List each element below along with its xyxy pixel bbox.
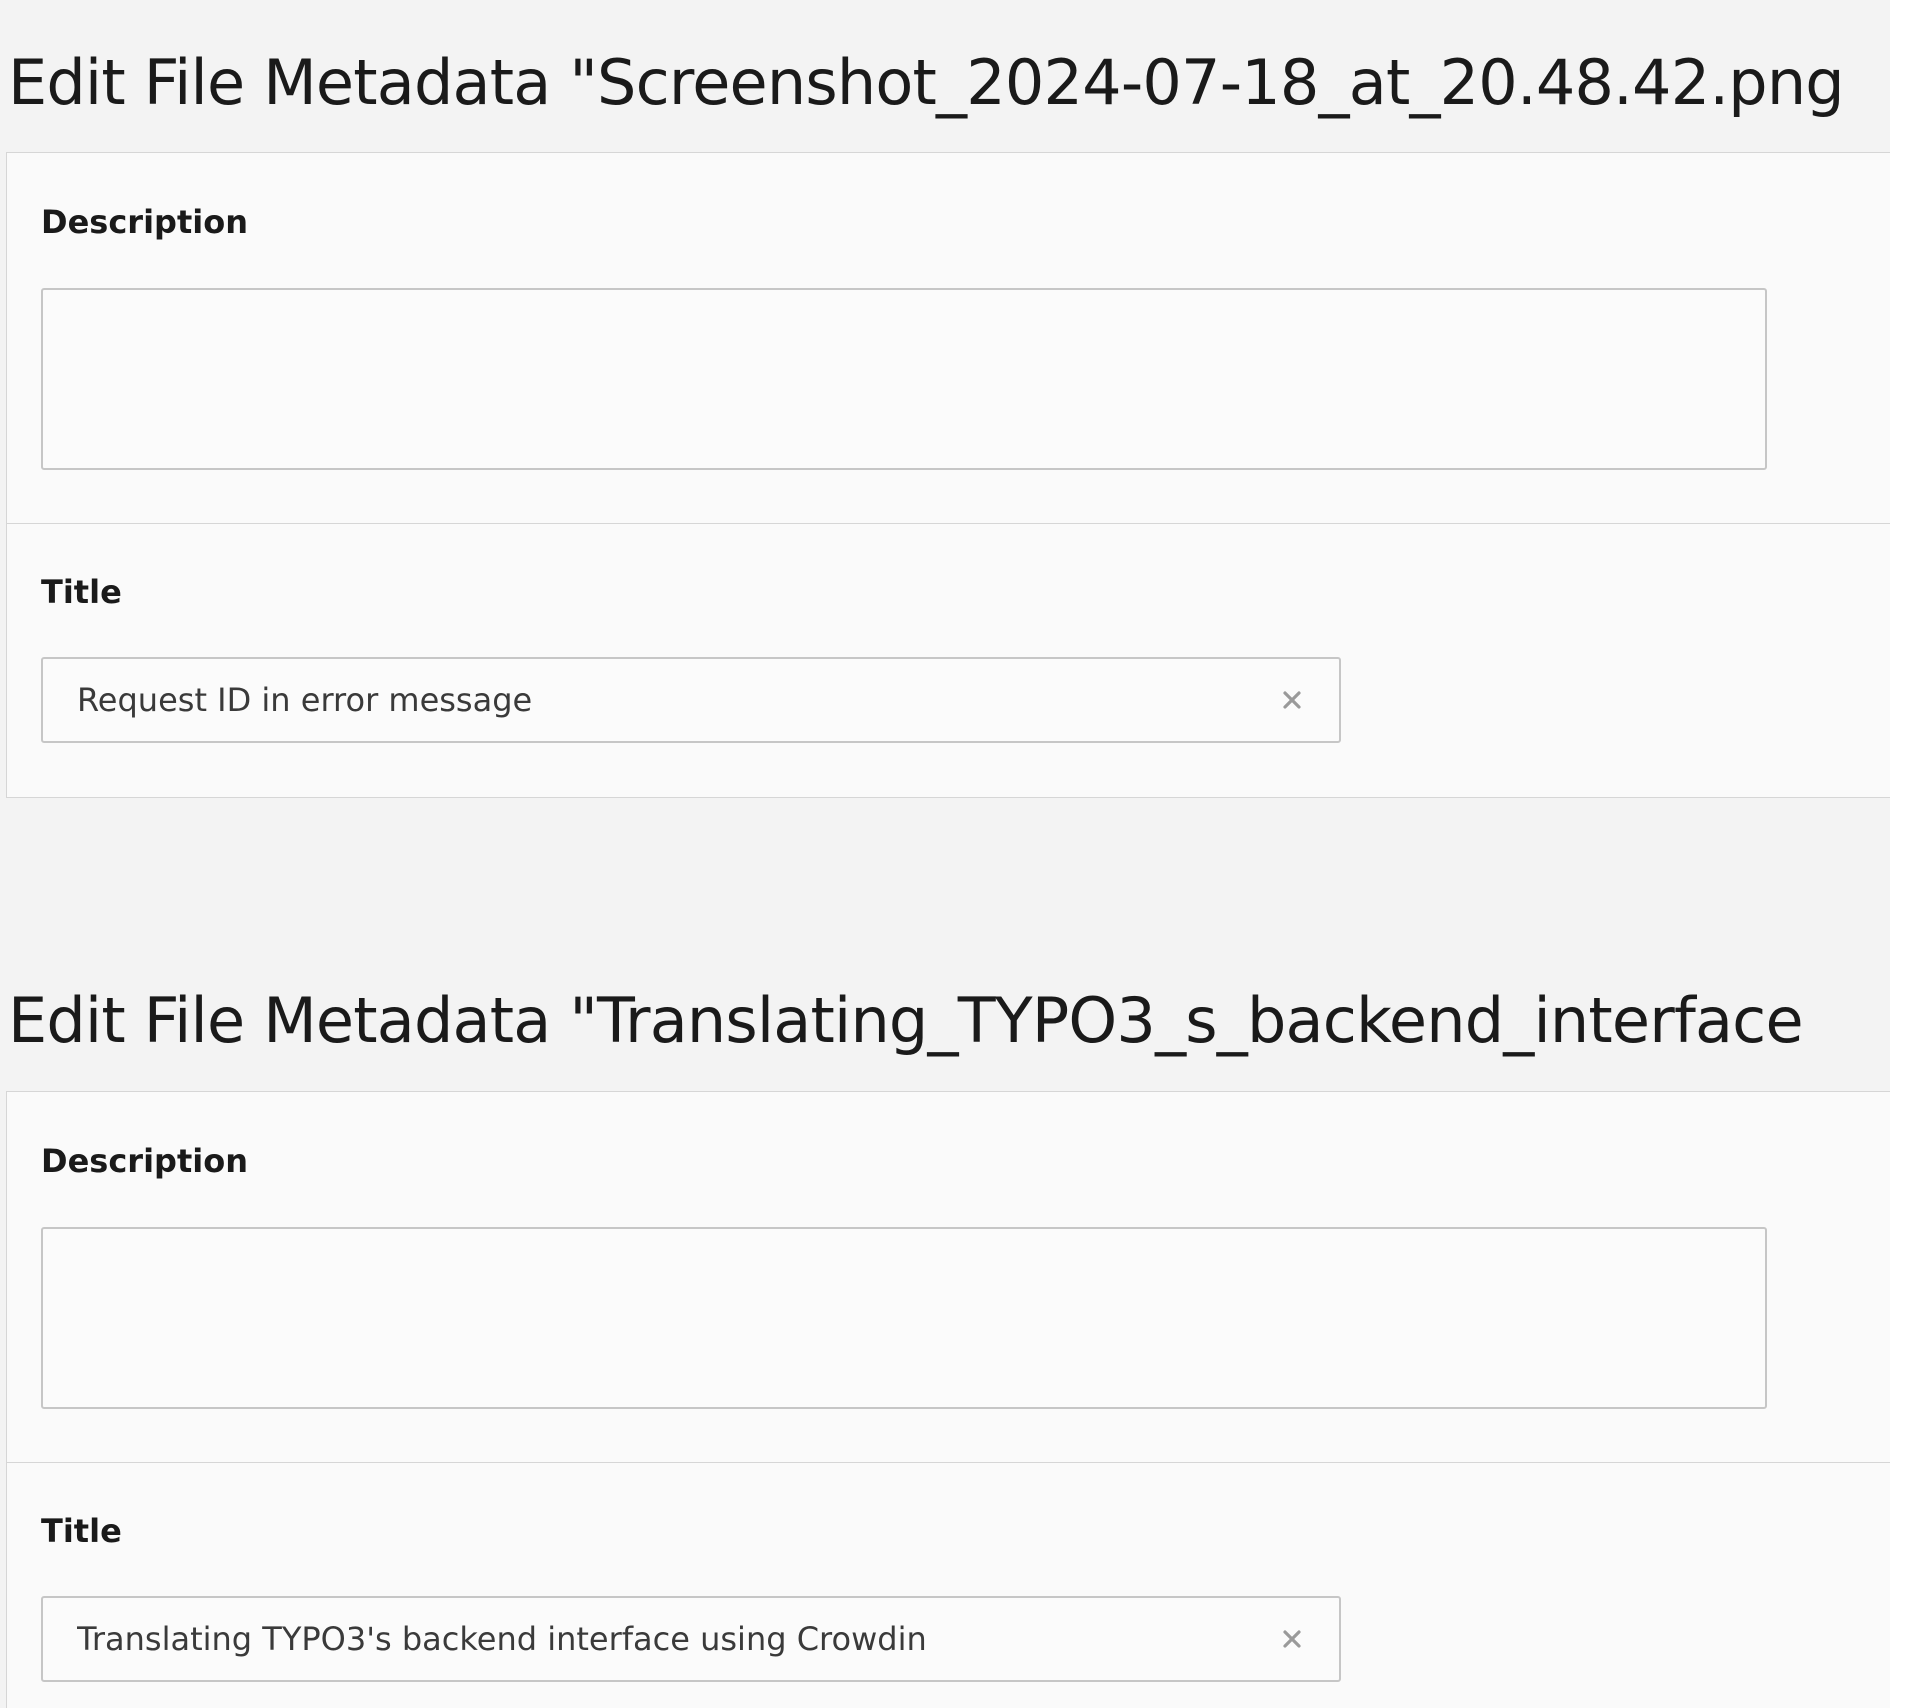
metadata-panel-file-1: Description Title [6, 152, 1890, 798]
title-field-file-1: Title [7, 525, 1890, 795]
metadata-panel-file-2: Description Title [6, 1091, 1890, 1708]
page-title-file-1: Edit File Metadata "Screenshot_2024-07-1… [8, 46, 1845, 119]
title-input-wrapper [41, 1596, 1341, 1682]
title-input[interactable] [43, 1598, 1263, 1680]
page-title-file-2: Edit File Metadata "Translating_TYPO3_s_… [8, 984, 1804, 1057]
close-icon[interactable] [1275, 1622, 1309, 1656]
title-label: Title [41, 573, 122, 611]
title-input[interactable] [43, 659, 1263, 741]
close-icon[interactable] [1275, 683, 1309, 717]
title-label: Title [41, 1512, 122, 1550]
page-canvas: Edit File Metadata "Screenshot_2024-07-1… [0, 0, 1905, 1708]
description-textarea[interactable] [41, 1227, 1767, 1409]
description-field-file-2: Description [7, 1092, 1890, 1462]
title-input-wrapper [41, 657, 1341, 743]
description-label: Description [41, 203, 248, 241]
description-label: Description [41, 1142, 248, 1180]
field-divider [7, 1462, 1890, 1463]
description-textarea[interactable] [41, 288, 1767, 470]
description-field-file-1: Description [7, 153, 1890, 523]
title-field-file-2: Title [7, 1464, 1890, 1708]
field-divider [7, 523, 1890, 524]
content-area: Edit File Metadata "Screenshot_2024-07-1… [0, 0, 1890, 1708]
